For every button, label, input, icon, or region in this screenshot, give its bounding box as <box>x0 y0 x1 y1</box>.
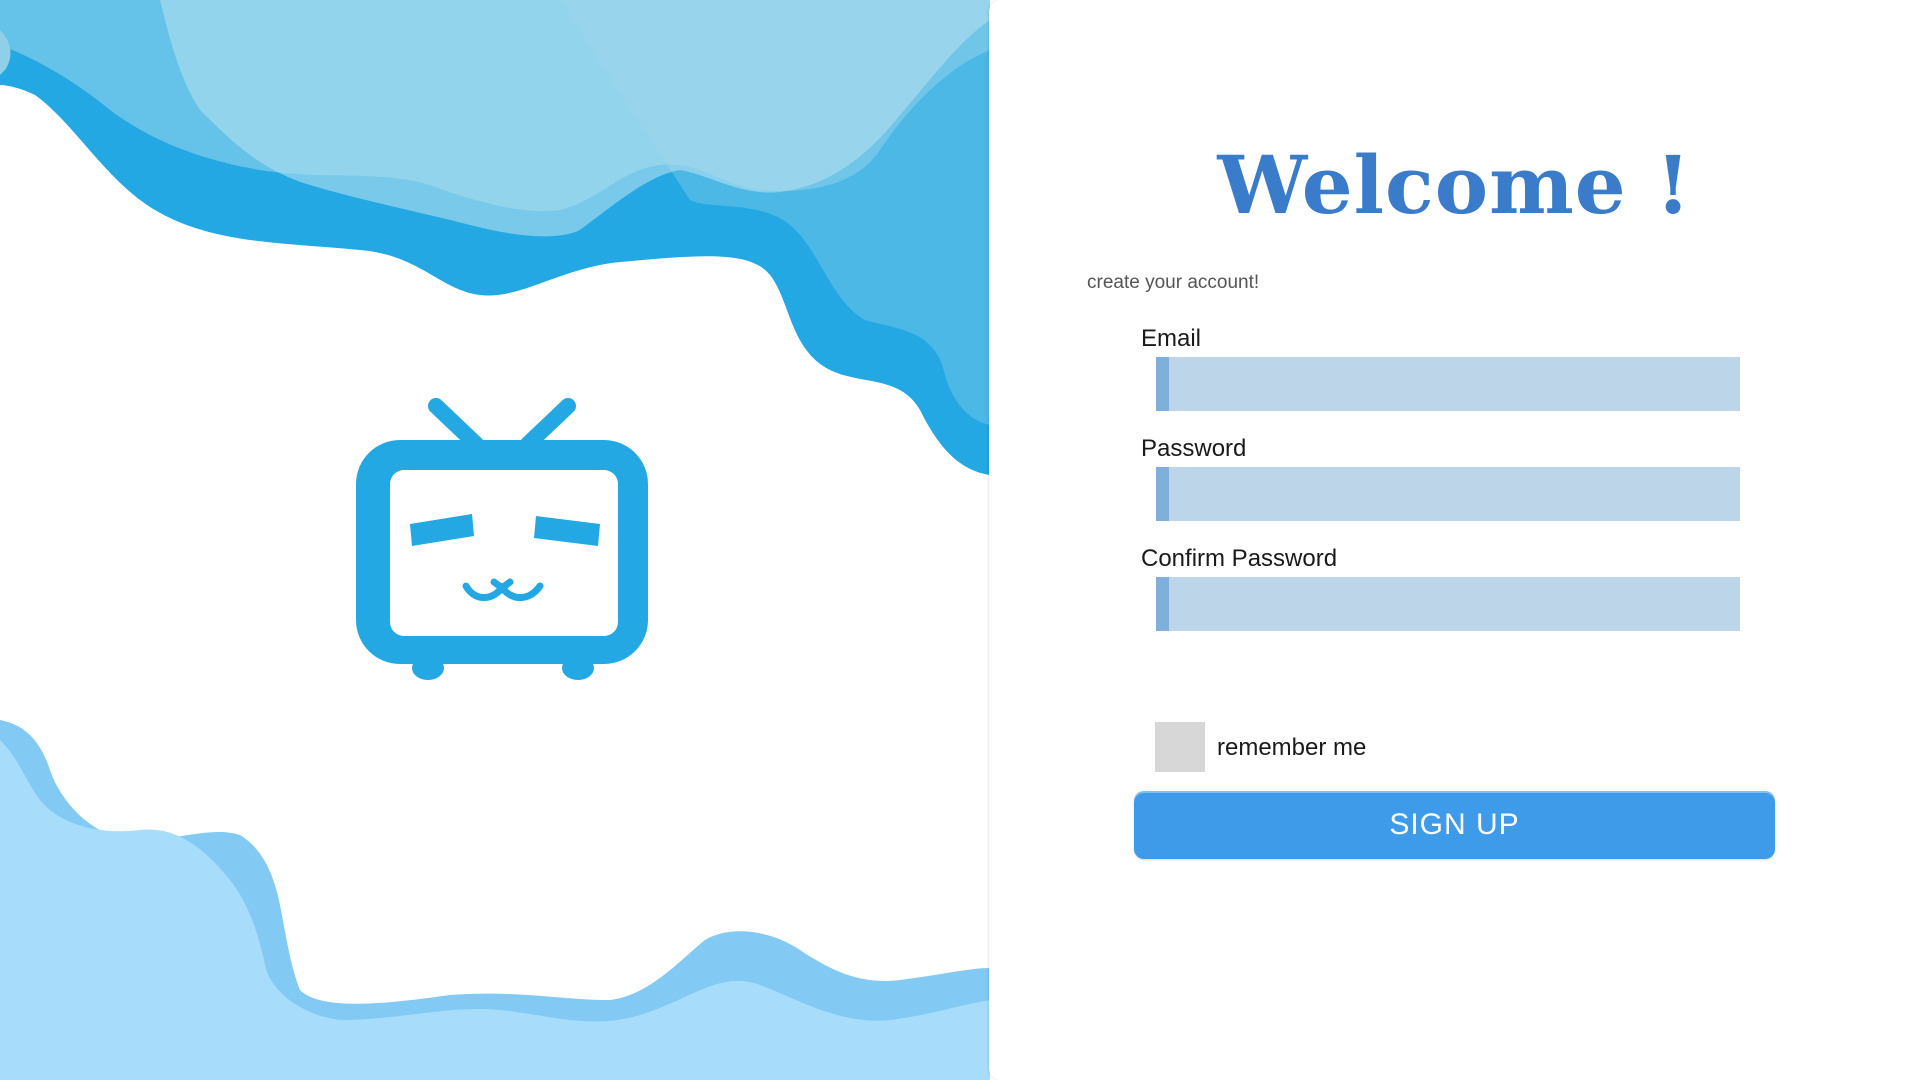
form-subtitle: create your account! <box>1087 272 1260 293</box>
remember-me-checkbox[interactable] <box>1155 722 1205 772</box>
bilibili-tv-icon <box>350 396 654 682</box>
bottom-wave-light <box>0 740 990 1080</box>
confirm-password-field[interactable] <box>1156 577 1740 631</box>
decorative-panel <box>0 0 990 1080</box>
remember-me-label[interactable]: remember me <box>1217 734 1366 762</box>
signup-form-card: Welcome ! create your account! Email Pas… <box>989 0 1920 1080</box>
email-label: Email <box>1141 325 1202 352</box>
sign-up-button[interactable]: SIGN UP <box>1134 791 1775 859</box>
password-label: Password <box>1141 435 1247 462</box>
password-field[interactable] <box>1156 467 1740 521</box>
confirm-password-label: Confirm Password <box>1141 545 1338 572</box>
signup-screen: Welcome ! create your account! Email Pas… <box>0 0 1920 1080</box>
page-title: Welcome ! <box>1217 138 1692 232</box>
email-field[interactable] <box>1156 357 1740 411</box>
